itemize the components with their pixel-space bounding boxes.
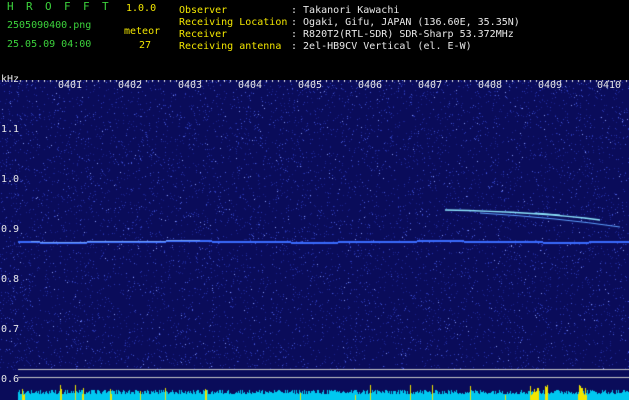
info-value-antenna: : 2el-HB9CV Vertical (el. E-W) (291, 41, 472, 52)
info-label-location: Receiving Location (179, 17, 288, 28)
app-title-letter: T (102, 0, 109, 13)
app-title-letter: F (83, 0, 90, 13)
meteor-label: meteor (124, 26, 161, 37)
x-tick-label: 0405 (298, 80, 323, 91)
y-tick-label: 0.9 (1, 224, 20, 235)
info-value-receiver: : R820T2(RTL-SDR) SDR-Sharp 53.372MHz (291, 29, 514, 40)
x-tick-label: 0401 (58, 80, 83, 91)
x-tick-label: 0408 (478, 80, 503, 91)
y-tick-label: 1.0 (1, 174, 20, 185)
app-title-letter: O (45, 0, 52, 13)
x-tick-label: 0407 (418, 80, 443, 91)
app-title-letter: H (7, 0, 14, 13)
header-panel: H R O F F T 1.0.0 2505090400.png 25.05.0… (0, 0, 629, 80)
x-tick-label: 0409 (538, 80, 563, 91)
y-tick-label: 1.1 (1, 124, 20, 135)
x-tick-label: 0403 (178, 80, 203, 91)
waterfall-spectrogram (0, 80, 629, 400)
info-label-observer: Observer (179, 5, 228, 16)
y-tick-label: 0.7 (1, 324, 20, 335)
x-tick-label: 0410 (597, 80, 622, 91)
x-tick-label: 0404 (238, 80, 263, 91)
app-title-letter: R (26, 0, 33, 13)
info-label-antenna: Receiving antenna (179, 41, 282, 52)
meteor-count: 27 (139, 40, 152, 51)
app-version: 1.0.0 (126, 3, 157, 14)
y-tick-label: 0.6 (1, 374, 20, 385)
x-tick-label: 0402 (118, 80, 143, 91)
x-tick-label: 0406 (358, 80, 383, 91)
info-value-observer: : Takanori Kawachi (291, 5, 400, 16)
y-axis-unit: kHz (1, 74, 20, 85)
info-value-location: : Ogaki, Gifu, JAPAN (136.60E, 35.35N) (291, 17, 520, 28)
app-title-letter: F (64, 0, 71, 13)
y-tick-label: 0.8 (1, 274, 20, 285)
file-name: 2505090400.png (7, 20, 92, 31)
info-label-receiver: Receiver (179, 29, 228, 40)
file-datetime: 25.05.09 04:00 (7, 39, 92, 50)
